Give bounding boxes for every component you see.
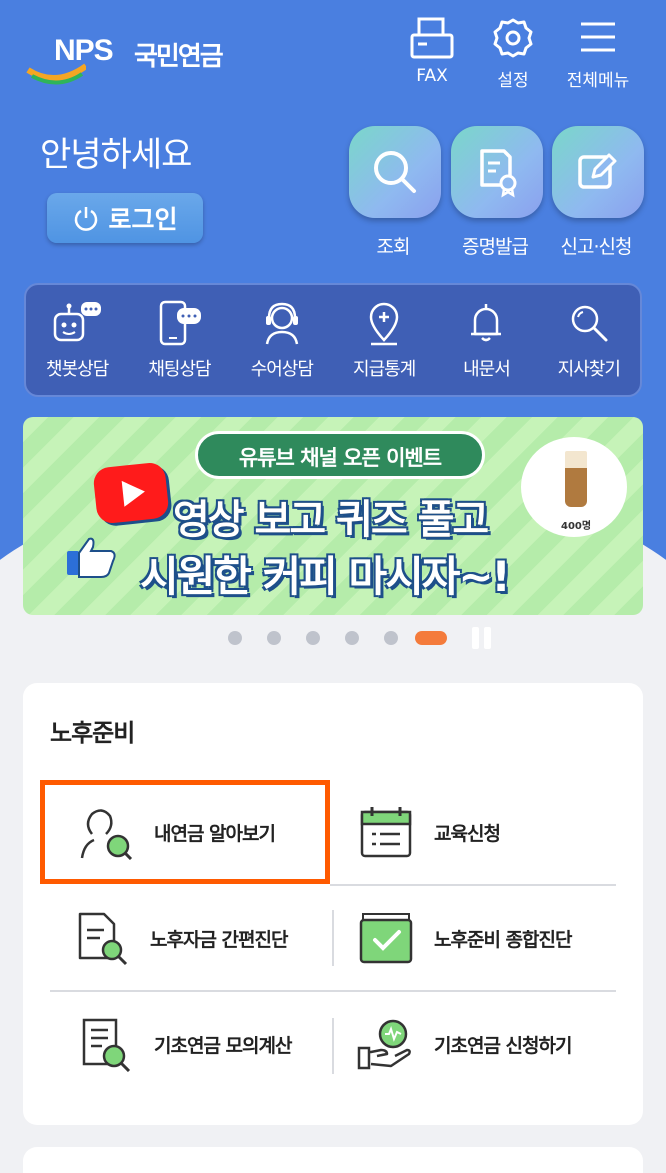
report-apply-button[interactable] [552,126,644,218]
gear-icon [493,18,533,58]
fax-label: FAX [416,66,448,86]
coffee-count: 400명 [561,521,592,532]
fax-icon [410,17,454,59]
report-apply-label: 신고·신청 [560,236,633,258]
menu-quick-diagnosis[interactable]: 노후자금 간편진단 [72,888,288,988]
settings-label: 설정 [497,71,529,91]
next-card [23,1147,643,1173]
service-my-documents[interactable]: 내문서 [435,285,537,395]
pagination-dot-active[interactable] [415,631,447,645]
menu-basic-pension-apply[interactable]: 기초연금 신청하기 [356,994,572,1094]
banner-pagination [0,625,666,649]
service-sign-language-label: 수어상담 [250,359,314,380]
service-my-documents-label: 내문서 [463,359,511,380]
search-icon [571,305,608,342]
menu-basic-pension-calc-label: 기초연금 모의계산 [154,1034,292,1057]
banner-headline-1: 영상 보고 퀴즈 풀고 [173,497,489,543]
service-find-branch-label: 지사찾기 [557,359,621,380]
hand-coin-icon [357,1019,411,1070]
settings-button[interactable]: 설정 [473,14,553,92]
retirement-title: 노후준비 [50,719,135,747]
pagination-dot[interactable] [384,631,398,645]
sign-language-icon [265,302,299,345]
fax-button[interactable]: FAX [392,14,472,92]
login-label: 로그인 [108,205,178,234]
divider [332,910,334,966]
check-folder-icon [359,913,413,964]
greeting-text: 안녕하세요 [40,135,192,175]
chat-phone-icon [160,300,202,346]
service-payment-stats-label: 지급통계 [353,359,416,380]
menu-basic-pension-calc[interactable]: 기초연금 모의계산 [76,994,292,1094]
search-icon [374,151,416,193]
pagination-dot[interactable] [267,631,281,645]
thumbs-up-icon [67,537,116,578]
service-sign-language[interactable]: 수어상담 [231,285,333,395]
service-chatbot-label: 챗봇상담 [46,359,109,380]
menu-total-diagnosis-label: 노후준비 종합진단 [434,928,572,951]
menu-icon [581,22,615,52]
bell-icon [471,304,502,342]
event-banner[interactable]: 유튜브 채널 오픈 이벤트 영상 보고 퀴즈 풀고 시원한 커피 마시자~! 4… [23,417,643,615]
banner-pill: 유튜브 채널 오픈 이벤트 [195,431,485,479]
nps-logo[interactable]: NPS 국민연금 [26,30,246,86]
divider [330,884,616,886]
location-icon [369,302,399,346]
menu-education-label: 교육신청 [434,822,501,845]
service-find-branch[interactable]: 지사찾기 [538,285,640,395]
pagination-dot[interactable] [306,631,320,645]
edit-icon [578,153,617,189]
service-payment-stats[interactable]: 지급통계 [333,285,435,395]
youtube-icon [92,461,170,525]
pagination-dot[interactable] [228,631,242,645]
service-chatbot[interactable]: 챗봇상담 [26,285,128,395]
certificate-button[interactable] [451,126,543,218]
menu-quick-diagnosis-label: 노후자금 간편진단 [150,928,288,951]
pagination-dot[interactable] [345,631,359,645]
highlight-box [40,780,330,884]
divider [50,990,616,992]
calendar-icon [360,807,412,858]
service-chat-label: 채팅상담 [148,359,211,380]
login-button[interactable]: 로그인 [47,193,203,243]
menu-total-diagnosis[interactable]: 노후준비 종합진단 [356,888,572,988]
coffee-cup-icon [565,451,587,507]
coffee-prize: 400명 [521,437,627,537]
chatbot-icon [53,302,102,342]
logo-nps-text: NPS [54,34,114,67]
pause-icon[interactable] [472,627,492,649]
menu-education[interactable]: 교육신청 [356,782,501,882]
service-bar: 챗봇상담 채팅상담 수어상담 지급통계 내문서 지사찾기 [24,283,642,397]
certificate-icon [480,149,517,198]
divider [332,1018,334,1074]
power-icon [75,207,98,231]
full-menu-button[interactable]: 전체메뉴 [558,14,638,92]
menu-basic-pension-apply-label: 기초연금 신청하기 [434,1034,572,1057]
service-chat[interactable]: 채팅상담 [128,285,230,395]
logo-name-text: 국민연금 [134,42,224,72]
document-search-icon [78,912,128,966]
banner-headline-2: 시원한 커피 마시자~! [140,552,511,601]
app-screen: NPS 국민연금 FAX 설정 전체메뉴 안녕하세요 로그인 조회 증명발급 신… [0,0,666,1173]
inquiry-button[interactable] [349,126,441,218]
calculator-doc-icon [82,1018,131,1072]
full-menu-label: 전체메뉴 [566,71,630,91]
